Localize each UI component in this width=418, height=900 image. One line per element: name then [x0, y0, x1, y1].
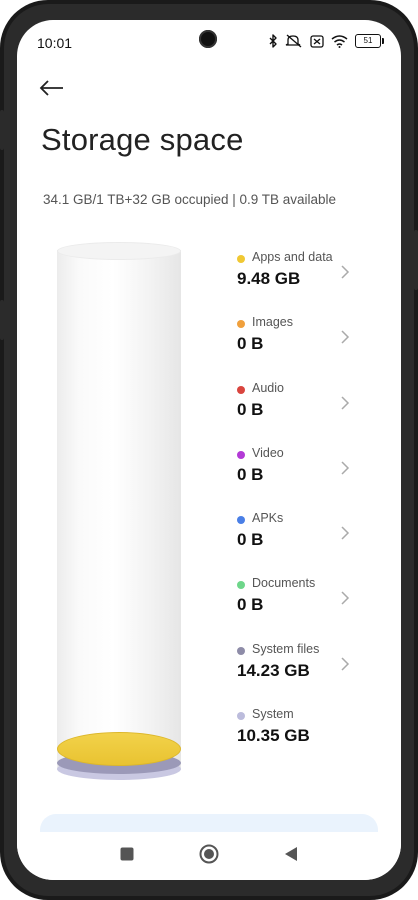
square-icon [120, 847, 134, 866]
category-system-files[interactable]: System files 14.23 GB [235, 640, 385, 705]
category-label: APKs [252, 511, 284, 526]
category-apks[interactable]: APKs 0 B [235, 509, 385, 574]
chevron-right-icon [339, 656, 351, 672]
page-title: Storage space [41, 122, 244, 157]
triangle-back-icon [284, 846, 298, 867]
category-label: System files [252, 641, 320, 656]
category-audio[interactable]: Audio 0 B [235, 379, 385, 444]
category-video[interactable]: Video 0 B [235, 444, 385, 509]
color-dot [237, 516, 245, 525]
side-button [0, 300, 4, 340]
sim-off-icon [310, 34, 324, 48]
category-value: 0 B [237, 595, 264, 615]
category-label: Images [252, 315, 293, 330]
category-label: System [252, 707, 294, 722]
category-list: Apps and data 9.48 GB Images 0 B Audio 0… [235, 248, 385, 770]
recents-button[interactable] [115, 844, 139, 868]
category-value: 14.23 GB [237, 660, 310, 680]
category-system: System 10.35 GB [235, 705, 385, 770]
circle-home-icon [199, 844, 219, 869]
category-value: 0 B [237, 399, 264, 419]
category-label: Apps and data [252, 250, 333, 264]
category-value: 10.35 GB [237, 726, 310, 746]
wifi-icon [331, 34, 348, 48]
home-button[interactable] [197, 844, 221, 868]
chevron-right-icon [339, 525, 351, 541]
category-label: Video [252, 445, 284, 460]
chevron-right-icon [339, 590, 351, 606]
back-button[interactable] [39, 76, 75, 104]
cylinder-body [57, 250, 181, 770]
bluetooth-icon [268, 34, 278, 48]
color-dot [237, 255, 245, 263]
screen: 10:01 51 Storage space 34.1 GB/1 TB+32 G… [17, 20, 401, 880]
status-bar: 10:01 51 [17, 20, 401, 66]
category-apps-and-data[interactable]: Apps and data 9.48 GB [235, 248, 385, 313]
front-camera [199, 30, 217, 48]
color-dot [237, 581, 245, 590]
navigation-bar [17, 832, 401, 880]
category-value: 9.48 GB [237, 269, 301, 288]
category-images[interactable]: Images 0 B [235, 313, 385, 378]
volume-button [414, 230, 418, 290]
storage-summary: 34.1 GB/1 TB+32 GB occupied | 0.9 TB ava… [43, 192, 337, 207]
back-nav-button[interactable] [279, 844, 303, 868]
chevron-right-icon [339, 329, 351, 345]
status-time: 10:01 [37, 35, 73, 51]
category-value: 0 B [237, 530, 264, 550]
status-icons: 51 [268, 34, 384, 48]
category-label: Documents [252, 576, 316, 591]
color-dot [237, 320, 245, 329]
chevron-right-icon [339, 395, 351, 411]
chevron-right-icon [339, 264, 351, 280]
side-button [0, 110, 4, 150]
back-arrow-icon [39, 79, 65, 101]
chevron-right-icon [339, 460, 351, 476]
layer-apps-and-data [57, 732, 181, 766]
storage-cylinder [57, 242, 183, 786]
category-value: 0 B [237, 334, 264, 354]
cylinder-top [57, 242, 181, 260]
color-dot [237, 646, 245, 655]
color-dot [237, 385, 245, 394]
category-value: 0 B [237, 464, 264, 484]
battery-icon: 51 [355, 34, 384, 48]
color-dot [237, 450, 245, 459]
mute-icon [285, 34, 303, 48]
category-label: Audio [252, 380, 284, 395]
color-dot [237, 712, 245, 721]
category-documents[interactable]: Documents 0 B [235, 574, 385, 639]
